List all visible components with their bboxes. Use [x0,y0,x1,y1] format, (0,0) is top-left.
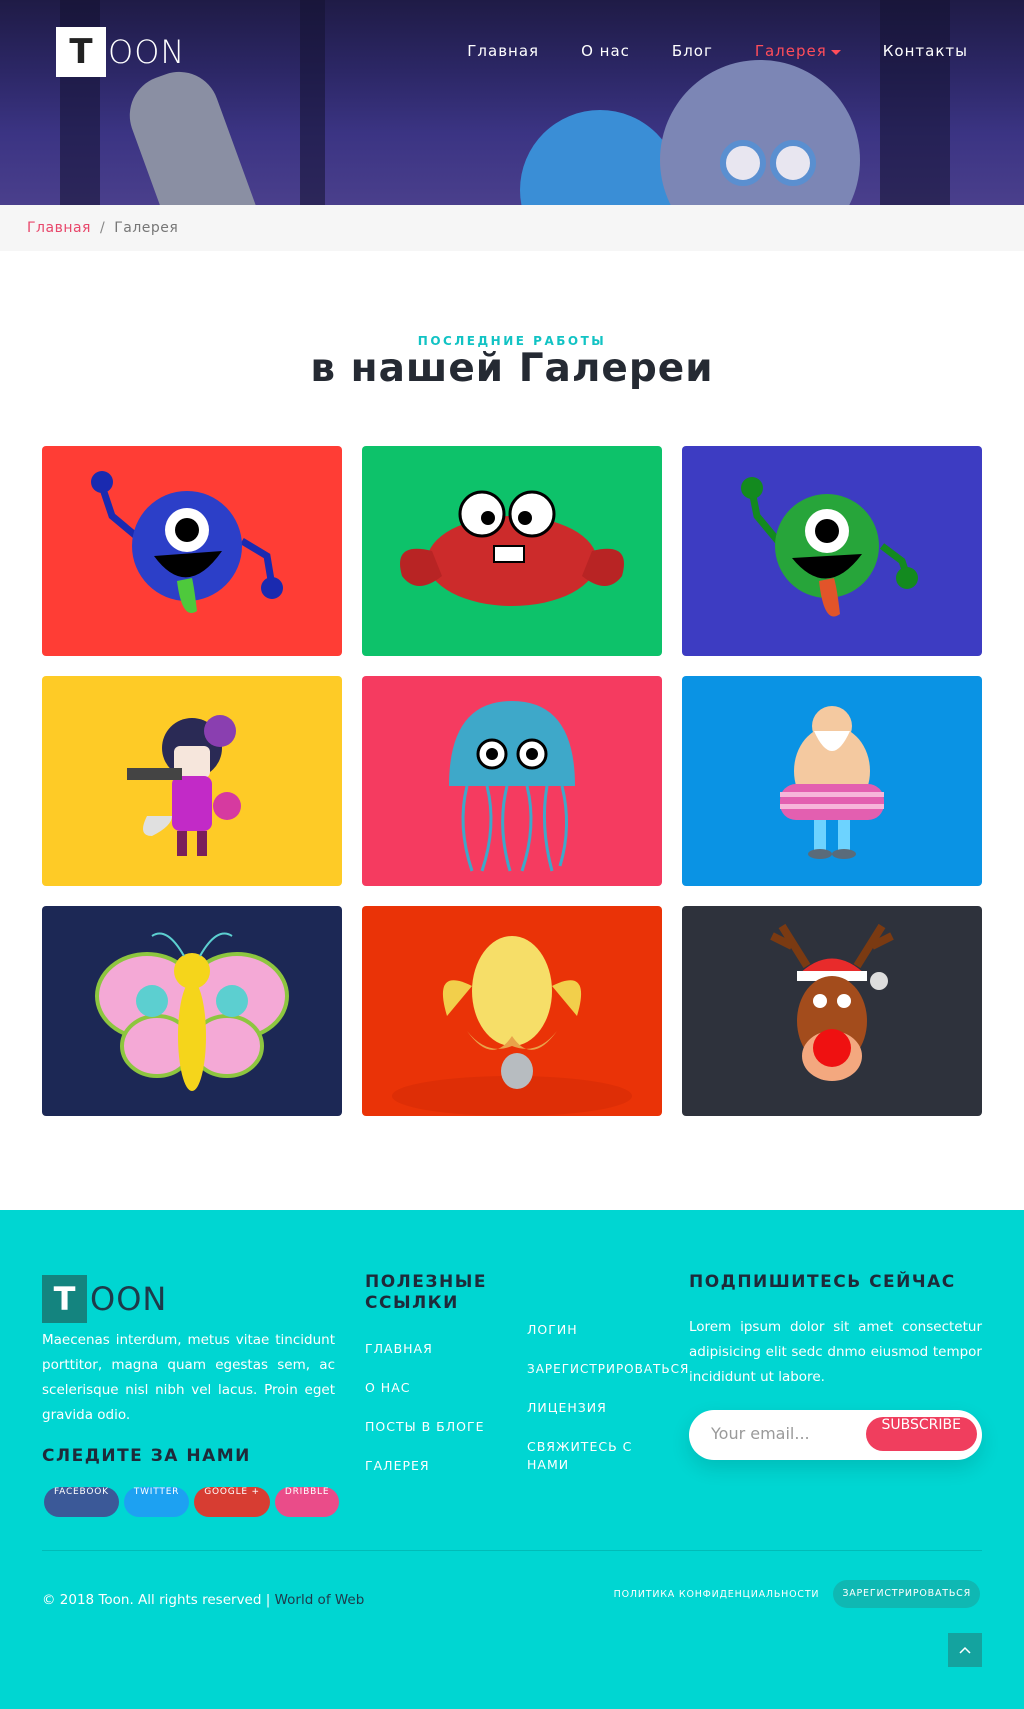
legal-links: ПОЛИТИКА КОНФИДЕНЦИАЛЬНОСТИ ЗАРЕГИСТРИРО… [614,1580,980,1608]
footer-divider [42,1550,982,1551]
section-title: в нашей Галереи [310,346,714,391]
gallery-item[interactable] [682,446,982,656]
dribbble-button[interactable]: DRIBBLE [274,1487,340,1517]
old-man-swimmer-icon [780,706,884,859]
character-cap-image [520,110,680,205]
character-eye-image [720,140,766,186]
green-monster-icon [741,477,918,617]
nav-blog[interactable]: Блог [672,42,713,60]
character-face-image [660,60,860,205]
nav-contacts[interactable]: Контакты [883,42,968,60]
gallery-item[interactable] [682,906,982,1116]
subscribe-heading: ПОДПИШИТЕСЬ СЕЙЧАС [689,1272,956,1292]
gallery-item[interactable] [682,676,982,886]
site-logo[interactable]: T OON [56,27,185,77]
site-footer: T OON Maecenas interdum, metus vitae tin… [0,1210,1024,1709]
footer-link-register[interactable]: ЗАРЕГИСТРИРОВАТЬСЯ [527,1360,688,1378]
footer-link-login[interactable]: ЛОГИН [527,1321,657,1339]
footer-link-about[interactable]: О НАС [365,1379,485,1397]
gallery-item[interactable] [362,676,662,886]
chevron-up-icon [959,1646,971,1654]
footer-logo[interactable]: T OON [42,1275,167,1323]
follow-heading: СЛЕДИТЕ ЗА НАМИ [42,1446,251,1466]
copyright: © 2018 Toon. All rights reserved | World… [42,1592,364,1608]
links-column-1: ГЛАВНАЯ О НАС ПОСТЫ В БЛОГЕ ГАЛЕРЕЯ [365,1340,485,1496]
robot-arm-image [118,60,272,205]
links-column-2: ЛОГИН ЗАРЕГИСТРИРОВАТЬСЯ ЛИЦЕНЗИЯ СВЯЖИТ… [527,1321,688,1495]
footer-description: Maecenas interdum, metus vitae tincidunt… [42,1332,335,1423]
privacy-link[interactable]: ПОЛИТИКА КОНФИДЕНЦИАЛЬНОСТИ [614,1589,820,1600]
copyright-link[interactable]: World of Web [275,1592,365,1608]
subscribe-text: Lorem ipsum dolor sit amet consectetur a… [689,1319,982,1385]
twitter-button[interactable]: TWITTER [123,1487,190,1517]
hero-header: T OON Главная О нас Блог Галерея Контакт… [0,0,1024,205]
gallery-item[interactable] [42,446,342,656]
footer-link-blog[interactable]: ПОСТЫ В БЛОГЕ [365,1418,485,1436]
footer-link-contact[interactable]: СВЯЖИТЕСЬ С НАМИ [527,1438,637,1474]
main-nav: Главная О нас Блог Галерея Контакты [425,42,968,60]
gallery-item[interactable] [42,906,342,1116]
copyright-text: © 2018 Toon. All rights reserved | [42,1592,275,1608]
gallery-item[interactable] [362,906,662,1116]
background-tree [300,0,325,205]
breadcrumb-separator: / [99,220,106,236]
character-eye-image [770,140,816,186]
gallery-item[interactable] [42,676,342,886]
back-to-top-button[interactable] [948,1633,982,1667]
blue-monster-icon [91,471,283,613]
facebook-button[interactable]: FACEBOOK [44,1487,119,1517]
chick-with-egg-icon [392,936,632,1116]
breadcrumb-home[interactable]: Главная [27,220,91,236]
logo-text: OON [108,33,186,71]
google-plus-button[interactable]: GOOGLE + [194,1487,270,1517]
nav-gallery[interactable]: Галерея [755,42,841,60]
subscribe-form: SUBSCRIBE [689,1410,982,1460]
footer-link-license[interactable]: ЛИЦЕНЗИЯ [527,1399,657,1417]
gallery-item[interactable] [362,446,662,656]
breadcrumb-current: Галерея [114,220,179,236]
jellyfish-icon [449,701,575,872]
subscribe-button[interactable]: SUBSCRIBE [865,1417,977,1451]
register-button[interactable]: ЗАРЕГИСТРИРОВАТЬСЯ [833,1580,980,1608]
breadcrumb: Главная / Галерея [0,205,1024,251]
social-buttons: FACEBOOK TWITTER GOOGLE + DRIBBLE [44,1487,340,1517]
background-tree [880,0,950,205]
email-input[interactable] [711,1424,861,1443]
girl-with-gun-icon [127,715,241,856]
logo-letter: T [56,27,106,77]
footer-link-gallery[interactable]: ГАЛЕРЕЯ [365,1457,485,1475]
links-heading-text: ПОЛЕЗНЫЕ ССЫЛКИ [365,1272,487,1313]
footer-logo-letter: T [42,1275,87,1323]
butterfly-icon [95,932,289,1091]
gallery-grid [42,446,982,1116]
nav-about[interactable]: О нас [581,42,630,60]
links-heading: ПОЛЕЗНЫЕ ССЫЛКИ [365,1272,505,1314]
footer-link-home[interactable]: ГЛАВНАЯ [365,1340,485,1358]
nav-home[interactable]: Главная [467,42,539,60]
footer-logo-text: OON [90,1280,168,1318]
reindeer-icon [770,923,894,1081]
crab-icon [400,490,624,606]
nav-gallery-label: Галерея [754,42,827,60]
caret-down-icon [830,50,841,55]
